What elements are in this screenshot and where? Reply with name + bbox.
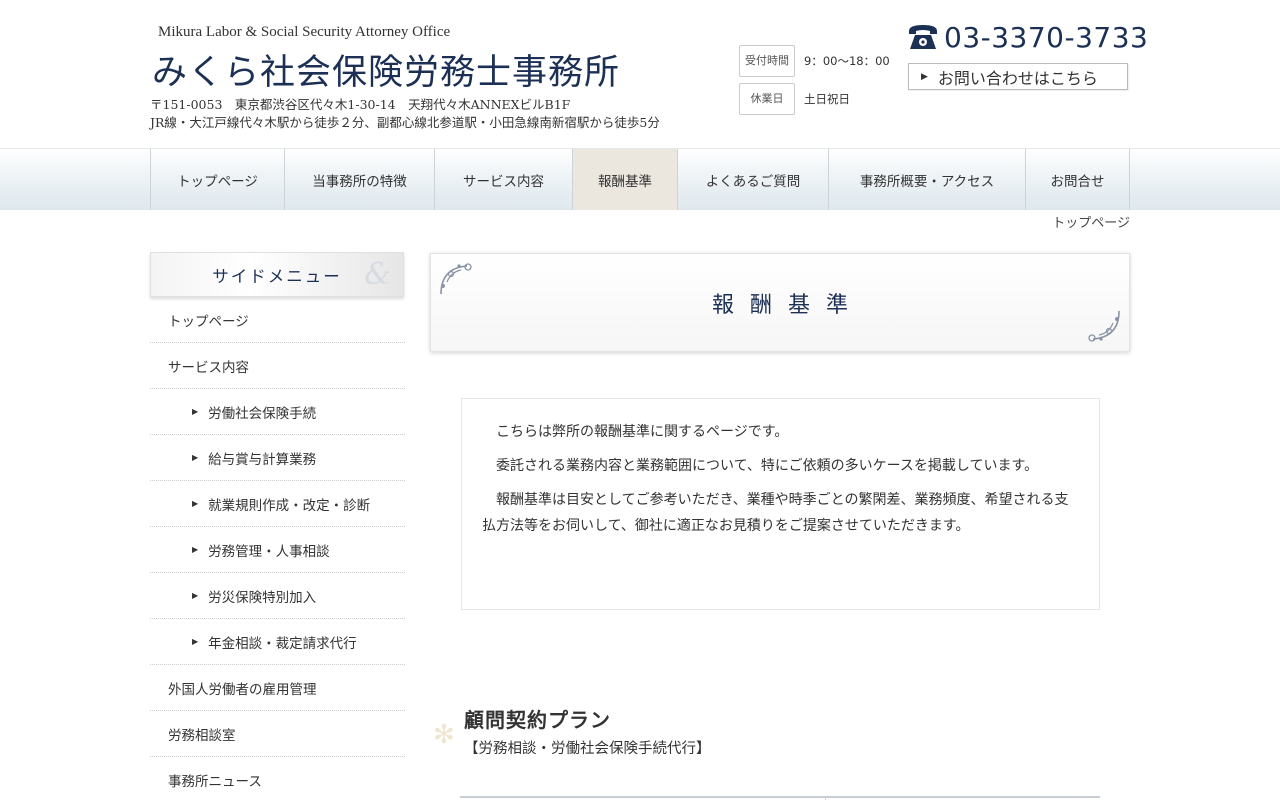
sidebar-item-insurance-procedures[interactable]: ▶ 労働社会保険手続 [150, 389, 405, 435]
intro-paragraph: 委託される業務内容と業務範囲について、特にご依頼の多いケースを掲載しています。 [496, 458, 1039, 474]
sidebar-item-label: 労務管理・人事相談 [208, 543, 330, 560]
triangle-right-icon: ▶ [192, 499, 199, 508]
office-english-name: Mikura Labor & Social Security Attorney … [158, 24, 451, 40]
intro-text-box: こちらは弊所の報酬基準に関するページです。 委託される業務内容と業務範囲について… [461, 398, 1100, 610]
plan-section-title: 顧問契約プラン [464, 708, 611, 732]
phone-number-block[interactable]: 03-3370-3733 [906, 18, 1148, 56]
sidebar: サイドメニュー & トップページ サービス内容 ▶ 労働社会保険手続 ▶ 給与賞与計… [150, 252, 405, 800]
table-column-divider [825, 796, 826, 800]
flower-ornament-icon: ✻ [433, 720, 455, 750]
global-navigation: トップページ 当事務所の特徴 サービス内容 報酬基準 よくあるご質問 事務所概要… [0, 148, 1280, 210]
plan-section-subtitle: 【労務相談・労働社会保険手続代行】 [464, 741, 711, 757]
address-line: 〒151-0053 東京都渋谷区代々木1-30-14 天翔代々木ANNEXビルB… [150, 97, 571, 112]
sidebar-item-label: 年金相談・裁定請求代行 [208, 635, 357, 652]
triangle-right-icon: ▶ [192, 545, 199, 554]
breadcrumb[interactable]: トップページ [1052, 212, 1130, 231]
nav-item-services[interactable]: サービス内容 [434, 149, 572, 210]
nav-item-label: お問合せ [1050, 173, 1105, 190]
plan-table [460, 796, 1100, 800]
sidebar-item-payroll[interactable]: ▶ 給与賞与計算業務 [150, 435, 405, 481]
nav-item-label: サービス内容 [463, 173, 544, 190]
triangle-right-icon: ▶ [192, 591, 199, 600]
nav-item-contact[interactable]: お問合せ [1025, 149, 1130, 210]
sidebar-item-label: トップページ [168, 313, 249, 330]
nav-item-top[interactable]: トップページ [150, 149, 284, 210]
site-header: Mikura Labor & Social Security Attorney … [0, 0, 1280, 148]
nav-item-features[interactable]: 当事務所の特徴 [284, 149, 434, 210]
access-line: JR線・大江戸線代々木駅から徒歩２分、副都心線北参道駅・小田急線南新宿駅から徒歩… [150, 115, 660, 130]
sidebar-item-news[interactable]: 事務所ニュース [150, 757, 405, 800]
phone-number: 03-3370-3733 [944, 20, 1149, 54]
holiday-value: 土日祝日 [804, 92, 850, 106]
intro-paragraph: こちらは弊所の報酬基準に関するページです。 [496, 424, 789, 440]
nav-item-label: 当事務所の特徴 [312, 173, 407, 190]
triangle-right-icon: ▶ [921, 71, 928, 82]
nav-item-label: 報酬基準 [598, 173, 652, 190]
sidebar-item-consultation-room[interactable]: 労務相談室 [150, 711, 405, 757]
sidebar-item-label: 外国人労働者の雇用管理 [168, 681, 317, 698]
nav-item-label: よくあるご質問 [705, 173, 801, 190]
flourish-ornament-icon [440, 263, 472, 295]
sidebar-item-foreign-workers[interactable]: 外国人労働者の雇用管理 [150, 665, 405, 711]
nav-item-label: 事務所概要・アクセス [859, 173, 995, 190]
sidebar-item-label: 労務相談室 [168, 727, 236, 744]
sidebar-item-label: 労働社会保険手続 [208, 405, 317, 422]
sidebar-item-label: 給与賞与計算業務 [208, 451, 317, 468]
triangle-right-icon: ▶ [192, 453, 199, 462]
sidebar-item-label: 就業規則作成・改定・診断 [208, 497, 371, 514]
sidebar-item-work-rules[interactable]: ▶ 就業規則作成・改定・診断 [150, 481, 405, 527]
nav-item-label: トップページ [177, 173, 258, 190]
sidebar-heading-label: サイドメニュー [212, 266, 342, 286]
office-logo-name[interactable]: みくら社会保険労務士事務所 [152, 44, 620, 95]
sidebar-item-label: サービス内容 [168, 359, 249, 376]
sidebar-item-label: 労災保険特別加入 [208, 589, 317, 606]
sidebar-heading: サイドメニュー & [150, 252, 404, 297]
office-address: 〒151-0053 東京都渋谷区代々木1-30-14 天翔代々木ANNEXビルB… [150, 96, 660, 132]
nav-item-office-access[interactable]: 事務所概要・アクセス [828, 149, 1025, 210]
sidebar-item-top[interactable]: トップページ [150, 297, 405, 343]
hours-value: 9：00〜18：00 [804, 54, 890, 68]
phone-icon [909, 25, 937, 49]
swirl-ornament-icon: & [364, 257, 393, 292]
breadcrumb-link[interactable]: トップページ [1052, 216, 1130, 231]
sidebar-item-special-enrollment[interactable]: ▶ 労災保険特別加入 [150, 573, 405, 619]
holiday-label: 休業日 [739, 83, 795, 115]
sidebar-item-labor-management[interactable]: ▶ 労務管理・人事相談 [150, 527, 405, 573]
triangle-right-icon: ▶ [192, 637, 199, 646]
sidebar-item-pension[interactable]: ▶ 年金相談・裁定請求代行 [150, 619, 405, 665]
page-title-banner: 報酬基準 [430, 253, 1130, 352]
flourish-ornament-icon [1088, 310, 1120, 342]
nav-item-fees[interactable]: 報酬基準 [572, 149, 677, 210]
contact-button[interactable]: ▶ お問い合わせはこちら [908, 63, 1128, 90]
triangle-right-icon: ▶ [192, 407, 199, 416]
nav-item-faq[interactable]: よくあるご質問 [677, 149, 828, 210]
page-title: 報酬基準 [711, 292, 864, 318]
sidebar-item-label: 事務所ニュース [168, 773, 262, 790]
intro-paragraph: 報酬基準は目安としてご参考いただき、業種や時季ごとの繁閑差、業務頻度、希望される… [482, 492, 1069, 534]
contact-button-label: お問い合わせはこちら [937, 68, 1098, 88]
sidebar-item-services[interactable]: サービス内容 [150, 343, 405, 389]
hours-label: 受付時間 [739, 45, 795, 77]
